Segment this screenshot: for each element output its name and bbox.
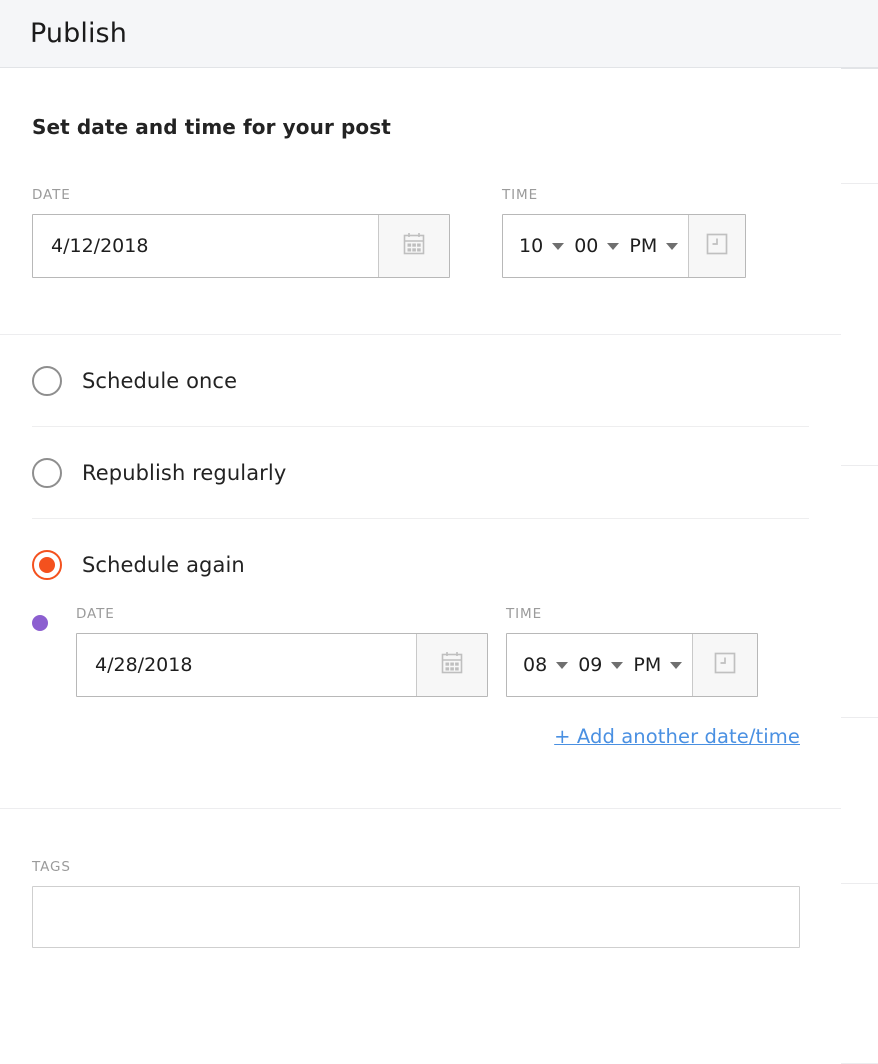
time-segments: 10 00 PM — [503, 215, 688, 277]
date-input[interactable] — [33, 215, 378, 277]
tags-section: TAGS — [0, 809, 841, 948]
schedule-option-schedule-once[interactable]: Schedule once — [0, 335, 841, 426]
occurrence-time-hour[interactable]: 08 — [523, 654, 547, 676]
schedule-option-schedule-again[interactable]: Schedule again — [0, 519, 841, 610]
time-label: TIME — [502, 187, 539, 203]
chevron-down-icon[interactable] — [607, 242, 620, 250]
primary-datetime-row: DATE 4/12/2018 TIME 10 00 PM — [32, 187, 809, 278]
primary-date-field: DATE — [32, 187, 450, 278]
calendar-icon — [401, 231, 427, 261]
chevron-down-icon[interactable] — [666, 242, 679, 250]
occurrence-time-segments: 08 09 PM — [507, 634, 692, 696]
radio-icon[interactable] — [32, 457, 62, 488]
radio-icon[interactable] — [32, 365, 62, 396]
calendar-icon — [439, 650, 465, 680]
occurrence-date-input-group[interactable] — [76, 633, 488, 697]
occurrence-calendar-icon-button[interactable] — [416, 634, 487, 696]
tags-input[interactable] — [32, 886, 800, 948]
page-title: Publish — [30, 18, 127, 49]
background-panel-row — [841, 184, 878, 466]
occurrence-time-minute[interactable]: 09 — [578, 654, 602, 676]
schedule-option-label: Schedule again — [82, 552, 245, 577]
background-panel-row — [841, 466, 878, 718]
calendar-icon-button[interactable] — [378, 215, 449, 277]
chevron-down-icon[interactable] — [670, 661, 683, 669]
dialog-header: Publish — [0, 0, 878, 68]
schedule-option-label: Schedule once — [82, 368, 238, 393]
occurrence-date-label: DATE — [76, 606, 115, 622]
set-datetime-section: Set date and time for your post DATE 4/1… — [0, 69, 841, 334]
schedule-option-label: Republish regularly — [82, 460, 287, 485]
schedule-option-republish-regularly[interactable]: Republish regularly — [0, 427, 841, 518]
add-datetime-row: + Add another date/time — [0, 697, 841, 748]
chevron-down-icon[interactable] — [611, 661, 624, 669]
tags-label: TAGS — [32, 859, 71, 875]
clock-icon-button[interactable] — [688, 215, 745, 277]
chevron-down-icon[interactable] — [552, 242, 565, 250]
date-input-group[interactable] — [32, 214, 450, 278]
background-panel-row — [841, 718, 878, 884]
section-heading: Set date and time for your post — [32, 115, 391, 139]
occurrence-time-label: TIME — [506, 606, 543, 622]
publish-dialog: Publish Set date and time for your post … — [0, 0, 878, 1062]
occurrence-time-field: TIME 08 09 PM — [506, 606, 758, 697]
clock-icon — [704, 231, 730, 261]
time-hour[interactable]: 10 — [519, 235, 543, 257]
schedule-options-section: Schedule once Republish regularly Schedu… — [0, 335, 841, 808]
occurrence-marker-dot — [32, 615, 48, 631]
occurrence-row: DATE 4/28/2018 TIME 08 09 PM — [0, 606, 841, 697]
occurrence-date-input[interactable] — [77, 634, 416, 696]
time-meridiem[interactable]: PM — [629, 235, 657, 257]
occurrence-fields: DATE 4/28/2018 TIME 08 09 PM — [76, 606, 809, 697]
background-panel-row — [841, 69, 878, 184]
date-label: DATE — [32, 187, 71, 203]
occurrence-date-field: DATE — [76, 606, 488, 697]
occurrence-time-meridiem[interactable]: PM — [633, 654, 661, 676]
chevron-down-icon[interactable] — [556, 661, 569, 669]
occurrence-clock-icon-button[interactable] — [692, 634, 757, 696]
clock-icon — [712, 650, 738, 680]
occurrence-time-input-group[interactable]: 08 09 PM — [506, 633, 758, 697]
background-panel-row — [841, 884, 878, 1064]
time-minute[interactable]: 00 — [574, 235, 598, 257]
add-another-datetime-link[interactable]: + Add another date/time — [554, 725, 800, 748]
radio-icon-selected[interactable] — [32, 549, 62, 580]
background-panel — [841, 0, 878, 1064]
primary-time-field: TIME 10 00 PM — [502, 187, 746, 278]
time-input-group[interactable]: 10 00 PM — [502, 214, 746, 278]
